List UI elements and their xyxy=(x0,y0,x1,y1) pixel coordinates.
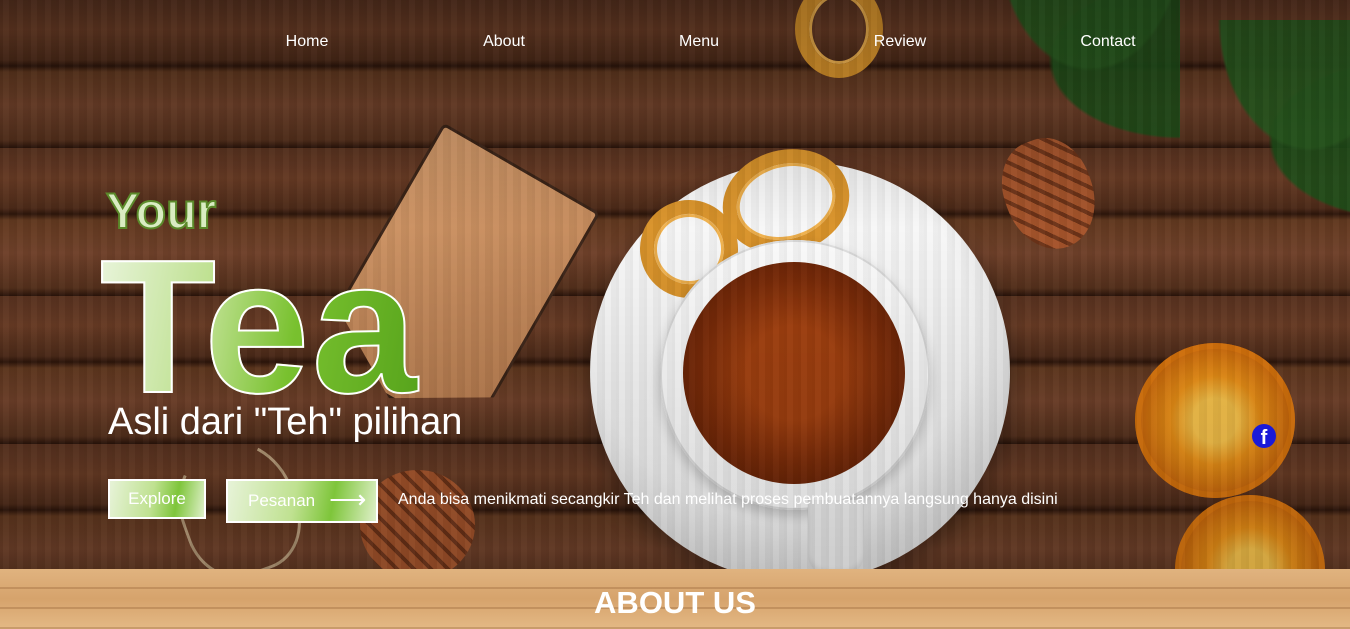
cup-handle-image xyxy=(808,500,864,569)
nav-link-menu[interactable]: Menu xyxy=(679,33,719,51)
hero-title: Tea xyxy=(99,221,420,433)
pesanan-button-label: Pesanan xyxy=(248,491,316,510)
nav-link-review[interactable]: Review xyxy=(874,33,926,51)
nav-link-contact[interactable]: Contact xyxy=(1080,33,1135,51)
pinecone-decoration xyxy=(988,126,1110,262)
tea-liquid-image xyxy=(683,262,905,484)
hero-subtitle: Asli dari "Teh" pilihan xyxy=(108,401,463,443)
explore-button[interactable]: Explore xyxy=(108,479,206,519)
pesanan-button[interactable]: Pesanan ⟶ xyxy=(226,479,378,523)
facebook-glyph: f xyxy=(1260,427,1268,448)
dried-orange-decoration xyxy=(1135,343,1295,498)
nav-link-about[interactable]: About xyxy=(483,33,525,51)
dried-orange-decoration xyxy=(1175,495,1325,569)
tea-cup-image xyxy=(660,240,930,510)
top-navigation: Home About Menu Review Contact xyxy=(0,33,1350,53)
facebook-icon[interactable]: f xyxy=(1252,424,1276,448)
explore-button-label: Explore xyxy=(128,489,186,508)
pretzel-decoration xyxy=(710,135,862,268)
pretzel-decoration xyxy=(626,186,752,312)
arrow-right-icon: ⟶ xyxy=(329,484,367,514)
nav-link-home[interactable]: Home xyxy=(286,33,329,51)
pine-branch-decoration xyxy=(1100,20,1350,320)
about-title: ABOUT US xyxy=(594,585,756,620)
hero-tagline: Anda bisa menikmati secangkir Teh dan me… xyxy=(398,491,1058,508)
